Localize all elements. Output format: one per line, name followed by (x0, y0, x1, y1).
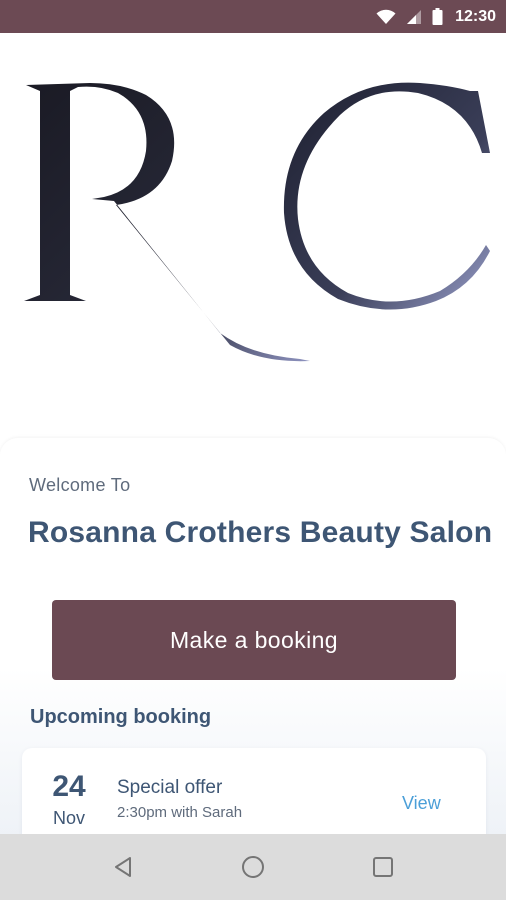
home-content: Welcome To Rosanna Crothers Beauty Salon… (0, 438, 506, 838)
booking-title: Special offer (117, 777, 223, 798)
booking-day: 24 (52, 770, 86, 803)
letter-c (283, 82, 490, 310)
recents-icon[interactable] (358, 842, 408, 892)
status-time: 12:30 (455, 7, 496, 25)
booking-card[interactable]: 24 Nov Special offer 2:30pm with Sarah V… (22, 748, 486, 838)
booking-month: Nov (52, 808, 85, 828)
upcoming-booking-heading: Upcoming booking (30, 706, 212, 728)
home-icon[interactable] (228, 842, 278, 892)
wifi-icon (376, 9, 396, 25)
salon-logo (0, 33, 506, 443)
make-booking-button[interactable]: Make a booking (52, 600, 456, 680)
salon-name: Rosanna Crothers Beauty Salon (28, 516, 493, 549)
status-bar: 12:30 (0, 0, 506, 33)
view-booking-link[interactable]: View (402, 793, 441, 814)
system-nav-bar (0, 834, 506, 900)
letter-r (24, 83, 310, 362)
welcome-label: Welcome To (29, 475, 131, 495)
rc-monogram-logo (24, 82, 490, 362)
booking-detail: 2:30pm with Sarah (117, 804, 243, 821)
cell-signal-icon (406, 9, 422, 25)
back-icon[interactable] (98, 842, 148, 892)
battery-icon (432, 8, 443, 25)
